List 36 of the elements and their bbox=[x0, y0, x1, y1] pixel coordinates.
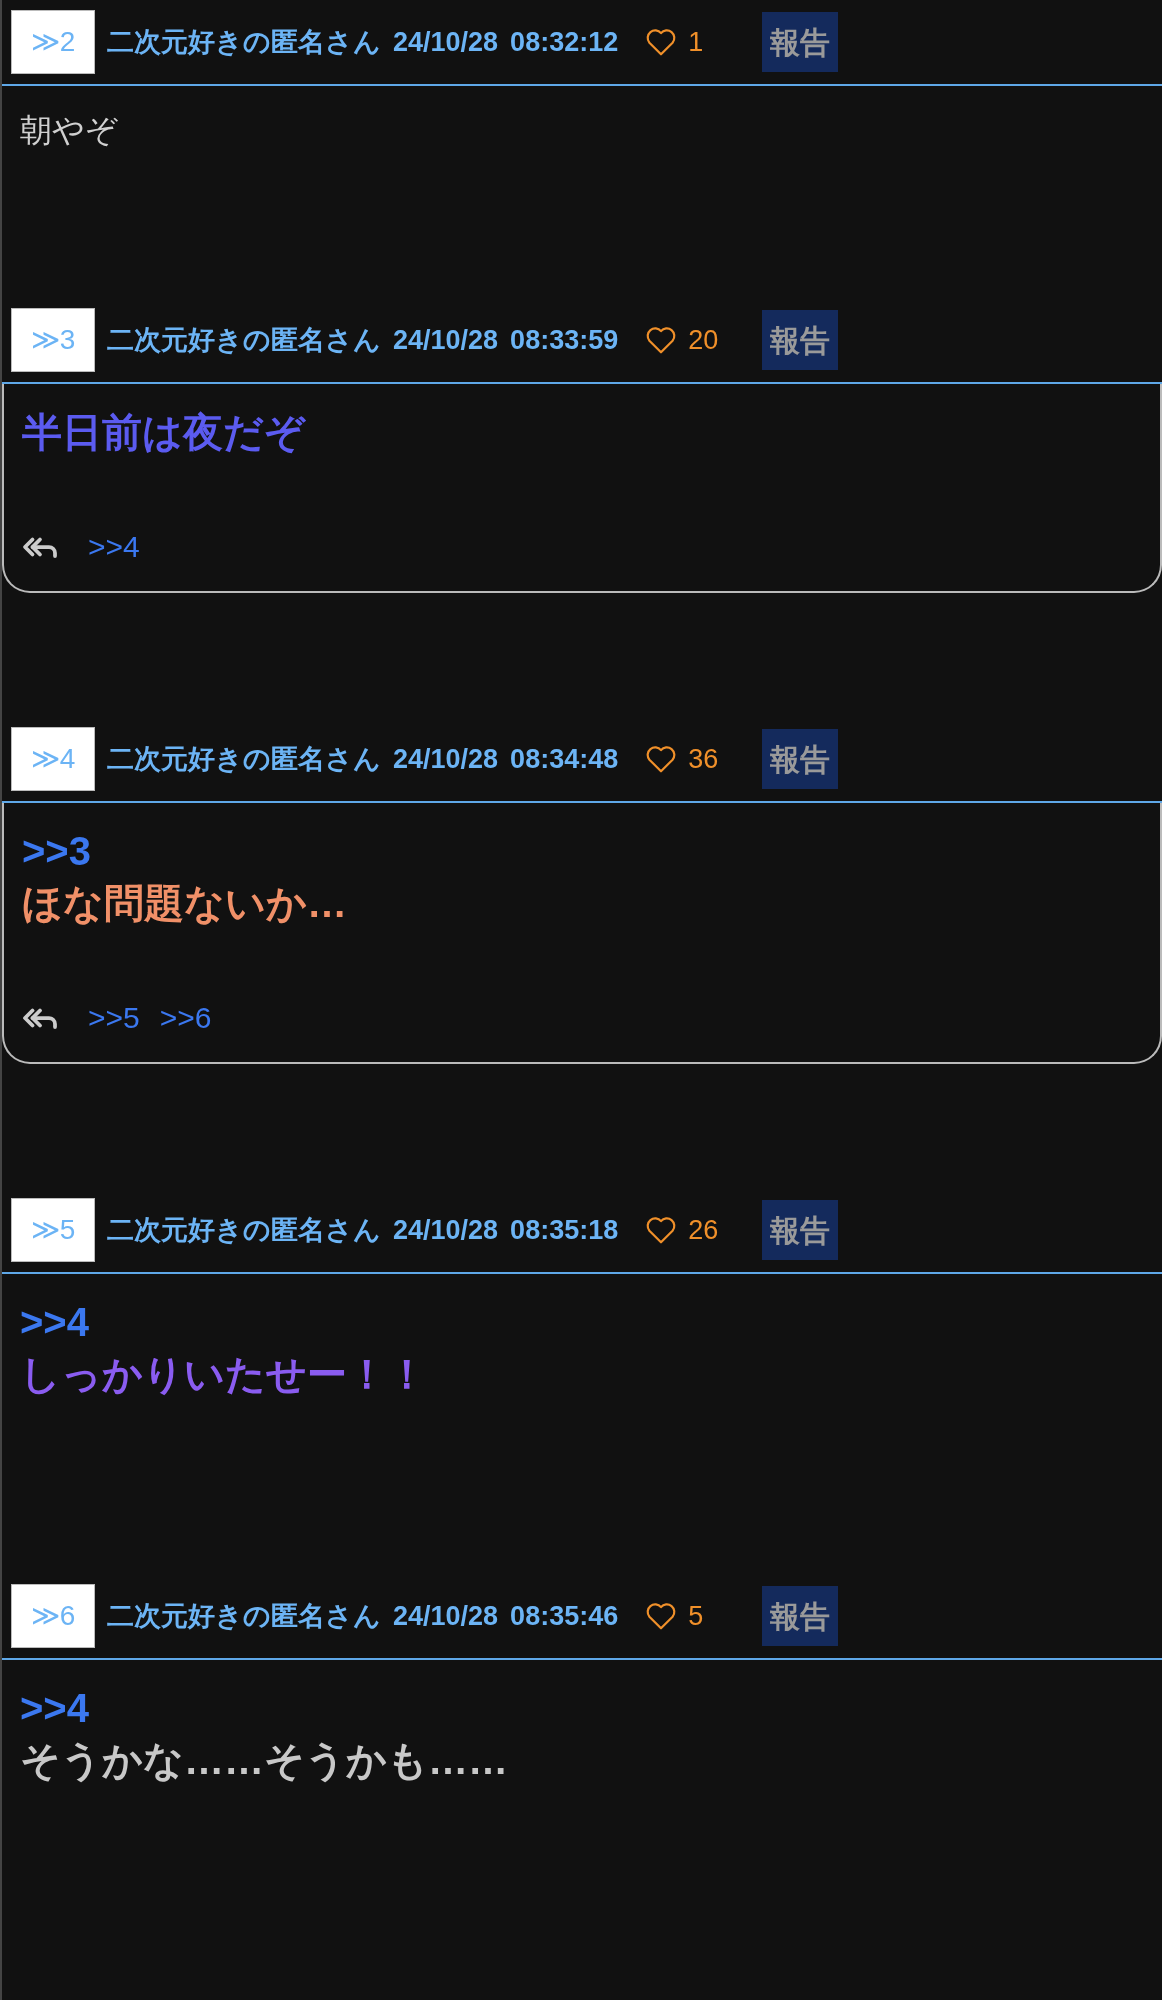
poster-name: 二次元好きの匿名さん bbox=[107, 1213, 381, 1247]
reply-link[interactable]: >>4 bbox=[88, 524, 140, 569]
poster-name: 二次元好きの匿名さん bbox=[107, 25, 381, 59]
post-text: しっかりいたせー！！ bbox=[20, 1351, 428, 1398]
post-time: 08:34:48 bbox=[510, 742, 619, 776]
report-button[interactable]: 報告 bbox=[762, 1586, 839, 1646]
like-count: 20 bbox=[688, 323, 719, 357]
post-text: そうかな……そうかも…… bbox=[20, 1737, 509, 1784]
reply-anchor[interactable]: >>3 bbox=[22, 825, 1160, 877]
post-text: ほな問題ないか… bbox=[22, 880, 348, 927]
reply-anchor[interactable]: >>4 bbox=[20, 1682, 1162, 1734]
post-time: 08:35:46 bbox=[510, 1599, 619, 1633]
post-date: 24/10/28 bbox=[393, 323, 499, 357]
reply-anchor[interactable]: >>4 bbox=[20, 1296, 1162, 1348]
like-count: 5 bbox=[688, 1599, 704, 1633]
report-button[interactable]: 報告 bbox=[762, 12, 839, 72]
like-count: 1 bbox=[688, 25, 704, 59]
post-time: 08:32:12 bbox=[510, 25, 619, 59]
reply-link[interactable]: >>6 bbox=[159, 995, 212, 1040]
post-date: 24/10/28 bbox=[393, 1213, 499, 1247]
report-button[interactable]: 報告 bbox=[762, 310, 839, 370]
poster-name: 二次元好きの匿名さん bbox=[107, 1599, 381, 1633]
post-date: 24/10/28 bbox=[393, 1599, 499, 1633]
post-date: 24/10/28 bbox=[393, 742, 499, 776]
like-count: 36 bbox=[688, 742, 719, 776]
post-text: 朝やぞ bbox=[20, 111, 119, 150]
reply-link[interactable]: >>5 bbox=[88, 995, 140, 1040]
post-time: 08:33:59 bbox=[510, 323, 619, 357]
like-count: 26 bbox=[688, 1213, 719, 1247]
report-button[interactable]: 報告 bbox=[762, 1200, 839, 1260]
post-time: 08:35:18 bbox=[510, 1213, 619, 1247]
report-button[interactable]: 報告 bbox=[762, 729, 839, 789]
post-text: 半日前は夜だぞ bbox=[22, 409, 307, 456]
poster-name: 二次元好きの匿名さん bbox=[107, 323, 381, 357]
poster-name: 二次元好きの匿名さん bbox=[107, 742, 381, 776]
post-date: 24/10/28 bbox=[393, 25, 499, 59]
